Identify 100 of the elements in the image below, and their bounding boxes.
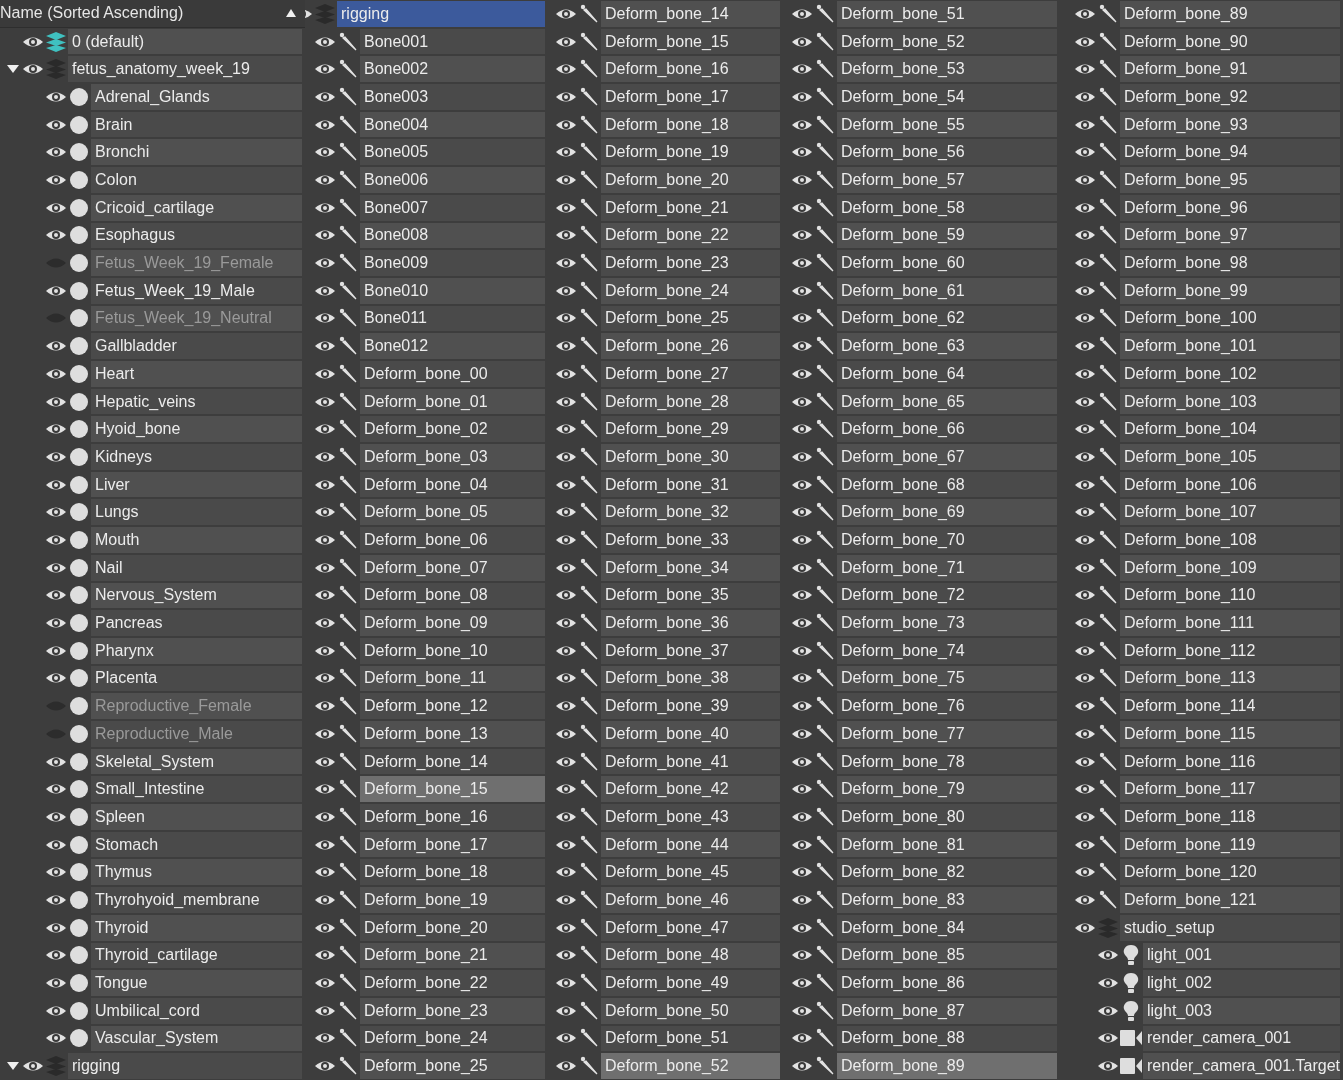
object-name[interactable]: Kidneys: [91, 444, 302, 470]
object-name[interactable]: Deform_bone_49: [601, 970, 780, 996]
object-name[interactable]: Deform_bone_95: [1120, 167, 1340, 193]
object-name[interactable]: Deform_bone_65: [837, 388, 1057, 415]
object-name[interactable]: rigging: [337, 1, 545, 27]
object-name[interactable]: Deform_bone_86: [837, 970, 1057, 996]
object-name[interactable]: Brain: [91, 111, 302, 138]
object-name[interactable]: Deform_bone_87: [837, 997, 1057, 1024]
object-name[interactable]: Deform_bone_15: [360, 776, 545, 803]
object-name[interactable]: Gallbladder: [91, 333, 302, 359]
expanded-arrow-icon[interactable]: [6, 1061, 20, 1072]
object-name[interactable]: Bone006: [360, 167, 545, 193]
object-name[interactable]: Deform_bone_06: [360, 527, 545, 553]
object-name[interactable]: Deform_bone_50: [601, 997, 780, 1024]
object-name[interactable]: Deform_bone_88: [837, 1025, 1057, 1052]
object-name[interactable]: Deform_bone_117: [1120, 776, 1340, 803]
object-name[interactable]: Lungs: [91, 499, 302, 526]
object-name[interactable]: Liver: [91, 471, 302, 498]
object-name[interactable]: Thyrohyoid_membrane: [91, 887, 302, 913]
object-name[interactable]: fetus_anatomy_week_19: [68, 56, 302, 83]
object-name[interactable]: Small_Intestine: [91, 776, 302, 803]
object-name[interactable]: Deform_bone_72: [837, 582, 1057, 609]
object-name[interactable]: Fetus_Week_19_Male: [91, 277, 302, 304]
object-name[interactable]: Nail: [91, 554, 302, 581]
object-name[interactable]: Bone010: [360, 277, 545, 304]
object-name[interactable]: Deform_bone_106: [1120, 471, 1340, 498]
object-name[interactable]: Bone011: [360, 305, 545, 332]
object-name[interactable]: Deform_bone_82: [837, 859, 1057, 886]
object-name[interactable]: Hepatic_veins: [91, 388, 302, 415]
object-name[interactable]: Heart: [91, 361, 302, 387]
object-name[interactable]: Deform_bone_33: [601, 527, 780, 553]
object-name[interactable]: Pharynx: [91, 637, 302, 664]
object-name[interactable]: Deform_bone_115: [1120, 721, 1340, 747]
object-name[interactable]: Thyroid_cartilage: [91, 942, 302, 969]
object-name[interactable]: Deform_bone_64: [837, 361, 1057, 387]
object-name[interactable]: Deform_bone_17: [601, 84, 780, 110]
object-name[interactable]: Deform_bone_71: [837, 554, 1057, 581]
object-name[interactable]: Deform_bone_118: [1120, 804, 1340, 830]
object-name[interactable]: Vascular_System: [91, 1025, 302, 1052]
object-name[interactable]: Deform_bone_107: [1120, 499, 1340, 526]
object-name[interactable]: Deform_bone_114: [1120, 693, 1340, 719]
object-name[interactable]: Deform_bone_25: [360, 1053, 545, 1079]
object-name[interactable]: studio_setup: [1120, 914, 1340, 941]
object-name[interactable]: Deform_bone_02: [360, 416, 545, 443]
object-name[interactable]: Deform_bone_17: [360, 831, 545, 858]
object-name[interactable]: Deform_bone_99: [1120, 277, 1340, 304]
object-name[interactable]: Deform_bone_89: [1120, 1, 1340, 27]
object-name[interactable]: Deform_bone_75: [837, 665, 1057, 692]
object-name[interactable]: Deform_bone_100: [1120, 305, 1340, 332]
object-name[interactable]: render_camera_001: [1143, 1025, 1340, 1052]
object-name[interactable]: Cricoid_cartilage: [91, 194, 302, 221]
object-name[interactable]: Umbilical_cord: [91, 997, 302, 1024]
object-name[interactable]: Deform_bone_59: [837, 222, 1057, 249]
object-name[interactable]: Deform_bone_18: [601, 111, 780, 138]
object-name[interactable]: Deform_bone_79: [837, 776, 1057, 803]
object-name[interactable]: Deform_bone_63: [837, 333, 1057, 359]
object-name[interactable]: Deform_bone_84: [837, 914, 1057, 941]
object-name[interactable]: Deform_bone_78: [837, 748, 1057, 775]
object-name[interactable]: Deform_bone_57: [837, 167, 1057, 193]
object-name[interactable]: Deform_bone_109: [1120, 554, 1340, 581]
object-name[interactable]: Hyoid_bone: [91, 416, 302, 443]
object-name[interactable]: Tongue: [91, 970, 302, 996]
object-name[interactable]: Deform_bone_113: [1120, 665, 1340, 692]
object-name[interactable]: Deform_bone_09: [360, 610, 545, 636]
object-name[interactable]: Deform_bone_68: [837, 471, 1057, 498]
object-name[interactable]: Deform_bone_69: [837, 499, 1057, 526]
object-name[interactable]: Skeletal_System: [91, 748, 302, 775]
object-name[interactable]: Deform_bone_22: [601, 222, 780, 249]
object-name[interactable]: Deform_bone_105: [1120, 444, 1340, 470]
object-name[interactable]: light_001: [1143, 942, 1340, 969]
object-name[interactable]: Deform_bone_13: [360, 721, 545, 747]
object-name[interactable]: Deform_bone_32: [601, 499, 780, 526]
object-name[interactable]: 0 (default): [68, 28, 302, 55]
object-name[interactable]: Deform_bone_19: [601, 139, 780, 166]
object-name[interactable]: rigging: [68, 1053, 302, 1079]
object-name[interactable]: Deform_bone_51: [601, 1025, 780, 1052]
object-name[interactable]: Deform_bone_15: [601, 28, 780, 55]
object-name[interactable]: render_camera_001.Target: [1143, 1053, 1340, 1079]
object-name[interactable]: Deform_bone_24: [601, 277, 780, 304]
object-name[interactable]: Deform_bone_94: [1120, 139, 1340, 166]
object-name[interactable]: Deform_bone_10: [360, 637, 545, 664]
object-name[interactable]: Deform_bone_70: [837, 527, 1057, 553]
object-name[interactable]: Deform_bone_61: [837, 277, 1057, 304]
object-name[interactable]: Deform_bone_92: [1120, 84, 1340, 110]
object-name[interactable]: Deform_bone_52: [837, 28, 1057, 55]
object-name[interactable]: Deform_bone_26: [601, 333, 780, 359]
object-name[interactable]: Deform_bone_20: [601, 167, 780, 193]
object-name[interactable]: Bone009: [360, 250, 545, 276]
object-name[interactable]: Deform_bone_30: [601, 444, 780, 470]
object-name[interactable]: Deform_bone_102: [1120, 361, 1340, 387]
object-name[interactable]: Deform_bone_52: [601, 1053, 780, 1079]
object-name[interactable]: Deform_bone_111: [1120, 610, 1340, 636]
object-name[interactable]: Deform_bone_38: [601, 665, 780, 692]
object-name[interactable]: Deform_bone_28: [601, 388, 780, 415]
object-name[interactable]: Deform_bone_00: [360, 361, 545, 387]
object-name[interactable]: Colon: [91, 167, 302, 193]
object-name[interactable]: Deform_bone_14: [601, 1, 780, 27]
object-name[interactable]: Deform_bone_23: [360, 997, 545, 1024]
object-name[interactable]: Deform_bone_112: [1120, 637, 1340, 664]
object-name[interactable]: Deform_bone_121: [1120, 887, 1340, 913]
